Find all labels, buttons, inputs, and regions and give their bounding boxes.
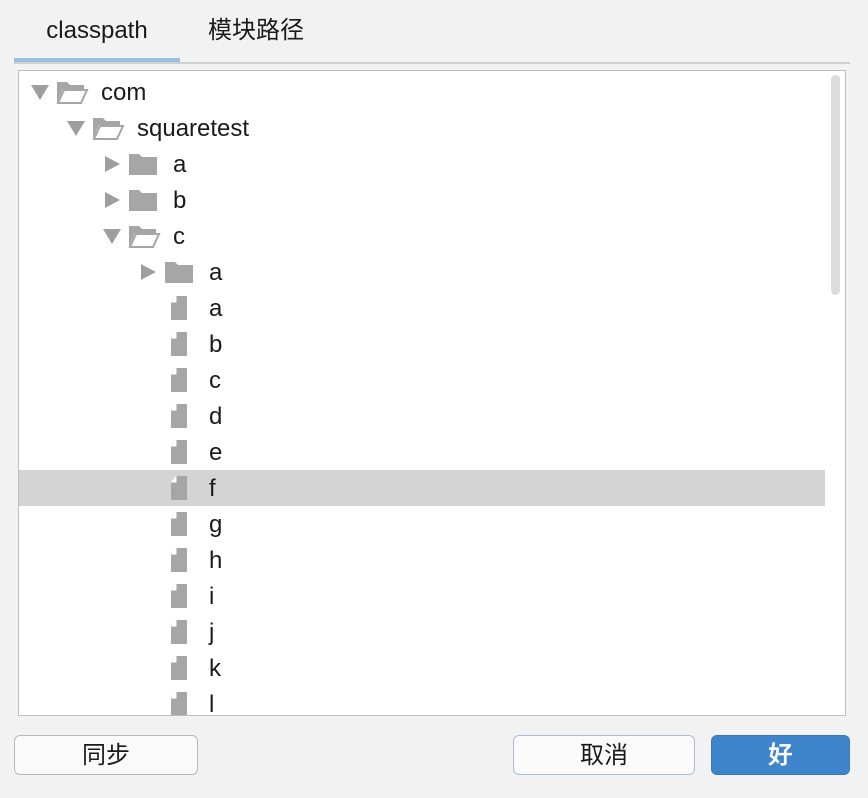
package-tree[interactable]: com squaretest a b c a a b c d e f g h i j k l xyxy=(18,70,846,716)
tree-row[interactable]: g xyxy=(19,506,825,542)
tree-row-label: a xyxy=(173,151,187,178)
tab-module-path[interactable]: 模块路径 xyxy=(182,0,330,60)
file-icon xyxy=(163,439,197,465)
tree-row[interactable]: e xyxy=(19,434,825,470)
file-icon xyxy=(163,331,197,357)
tree-row[interactable]: i xyxy=(19,578,825,614)
tree-row-label: e xyxy=(209,439,223,466)
tree-row[interactable]: c xyxy=(19,218,825,254)
file-icon xyxy=(163,367,197,393)
tree-row[interactable]: com xyxy=(19,74,825,110)
tree-row-label: squaretest xyxy=(137,115,250,142)
tree-row[interactable]: h xyxy=(19,542,825,578)
file-icon xyxy=(163,547,197,573)
cancel-button[interactable]: 取消 xyxy=(513,735,695,775)
folder-icon xyxy=(127,151,161,177)
file-icon xyxy=(163,475,197,501)
tree-row[interactable]: b xyxy=(19,326,825,362)
tree-row[interactable]: a xyxy=(19,254,825,290)
folder-open-icon xyxy=(55,79,89,105)
tree-row[interactable]: j xyxy=(19,614,825,650)
folder-open-icon xyxy=(91,115,125,141)
tree-row[interactable]: f xyxy=(19,470,825,506)
expand-arrow-right-icon[interactable] xyxy=(99,182,123,218)
file-icon xyxy=(163,295,197,321)
file-icon xyxy=(163,583,197,609)
folder-icon xyxy=(127,187,161,213)
tab-bar-divider xyxy=(14,62,850,64)
tree-row-label: b xyxy=(209,331,223,358)
file-icon xyxy=(163,691,197,715)
expand-arrow-down-icon[interactable] xyxy=(27,74,51,110)
sync-button[interactable]: 同步 xyxy=(14,735,198,775)
tree-row[interactable]: l xyxy=(19,686,825,716)
tree-row[interactable]: k xyxy=(19,650,825,686)
tree-row-label: k xyxy=(209,655,221,682)
file-icon xyxy=(163,511,197,537)
ok-button[interactable]: 好 xyxy=(711,735,850,775)
folder-open-icon xyxy=(127,223,161,249)
tree-row[interactable]: a xyxy=(19,146,825,182)
tree-row[interactable]: b xyxy=(19,182,825,218)
tree-row-label: l xyxy=(209,691,215,716)
tree-row-label: b xyxy=(173,187,187,214)
tree-row[interactable]: c xyxy=(19,362,825,398)
tree-row[interactable]: a xyxy=(19,290,825,326)
expand-arrow-down-icon[interactable] xyxy=(99,218,123,254)
expand-arrow-down-icon[interactable] xyxy=(63,110,87,146)
tab-bar: classpath 模块路径 xyxy=(14,0,850,64)
tree-row-label: a xyxy=(209,259,223,286)
tree-row-label: d xyxy=(209,403,223,430)
tree-row[interactable]: squaretest xyxy=(19,110,825,146)
file-icon xyxy=(163,619,197,645)
tree-row[interactable]: d xyxy=(19,398,825,434)
expand-arrow-right-icon[interactable] xyxy=(135,254,159,290)
folder-icon xyxy=(163,259,197,285)
vertical-scrollbar[interactable] xyxy=(829,75,841,711)
tree-row-label: c xyxy=(173,223,185,250)
expand-arrow-right-icon[interactable] xyxy=(99,146,123,182)
tree-row-label: j xyxy=(209,619,215,646)
tree-row-label: a xyxy=(209,295,223,322)
file-icon xyxy=(163,403,197,429)
tree-row-label: h xyxy=(209,547,223,574)
tab-classpath[interactable]: classpath xyxy=(14,0,180,60)
tree-row-label: g xyxy=(209,511,223,538)
tree-row-label: com xyxy=(101,79,147,106)
tree-row-label: i xyxy=(209,583,215,610)
tree-row-label: f xyxy=(209,475,216,502)
file-icon xyxy=(163,655,197,681)
scrollbar-thumb[interactable] xyxy=(831,75,840,295)
tree-row-label: c xyxy=(209,367,221,394)
